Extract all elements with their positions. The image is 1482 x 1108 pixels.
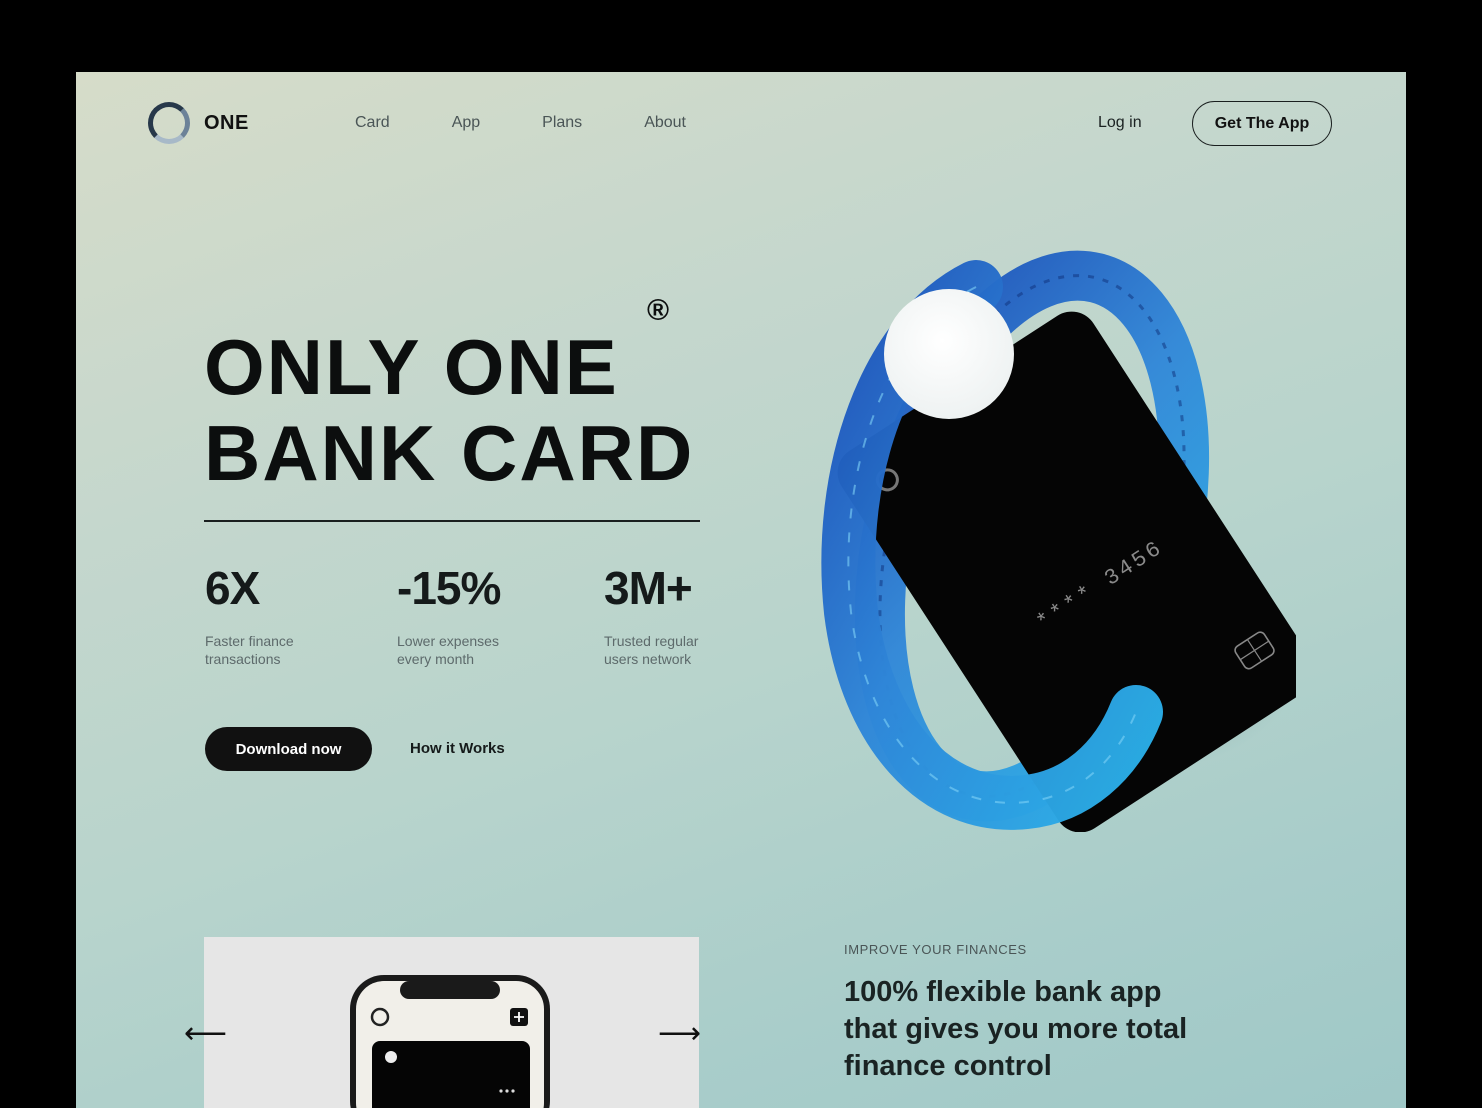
section-eyebrow: IMPROVE YOUR FINANCES xyxy=(844,942,1027,957)
stat-label: Lower expenses every month xyxy=(397,632,527,668)
stat-speed: 6X Faster finance transactions xyxy=(205,560,335,668)
stat-label-line: every month xyxy=(397,651,475,667)
how-it-works-link[interactable]: How it Works xyxy=(410,740,505,757)
section-heading-line: finance control xyxy=(844,1050,1052,1082)
main-nav: Card App Plans About xyxy=(355,114,686,132)
stat-value: -15% xyxy=(397,562,501,614)
stat-label-line: Faster finance xyxy=(205,633,294,649)
brand-logo[interactable]: ONE xyxy=(148,102,249,144)
stat-value: 6X xyxy=(205,562,260,614)
registered-mark: ® xyxy=(647,294,670,327)
section-heading: 100% flexible bank app that gives you mo… xyxy=(844,974,1244,1085)
stat-users: 3M+ Trusted regular users network xyxy=(604,560,734,668)
hero-title-line-1: ONLY ONE xyxy=(204,323,619,411)
hero-title: ONLY ONE BANK CARD xyxy=(204,324,694,496)
card-visual: **** 3456 xyxy=(821,250,1296,832)
nav-item-app[interactable]: App xyxy=(452,114,480,132)
stat-label-line: Lower expenses xyxy=(397,633,499,649)
phone-card-preview xyxy=(372,1041,530,1108)
phone-mockup xyxy=(350,975,550,1108)
next-arrow-icon[interactable]: ⟶ xyxy=(658,1019,701,1049)
section-heading-line: 100% flexible bank app xyxy=(844,976,1162,1008)
download-now-button[interactable]: Download now xyxy=(205,727,372,771)
phone-preview-panel xyxy=(204,937,699,1108)
nav-item-plans[interactable]: Plans xyxy=(542,114,582,132)
stat-value: 3M+ xyxy=(604,562,693,614)
section-heading-line: that gives you more total xyxy=(844,1013,1188,1045)
white-sphere xyxy=(884,289,1014,419)
stat-label-line: users network xyxy=(604,651,692,667)
stat-label-line: Trusted regular xyxy=(604,633,699,649)
stat-expenses: -15% Lower expenses every month xyxy=(397,560,527,668)
login-link[interactable]: Log in xyxy=(1098,114,1142,132)
nav-item-card[interactable]: Card xyxy=(355,114,390,132)
stat-label-line: transactions xyxy=(205,651,281,667)
get-the-app-button[interactable]: Get The App xyxy=(1192,101,1332,146)
stat-label: Faster finance transactions xyxy=(205,632,335,668)
prev-arrow-icon[interactable]: ⟵ xyxy=(184,1019,227,1049)
hero-title-line-2: BANK CARD xyxy=(204,409,695,497)
logo-ring-icon xyxy=(148,102,190,144)
brand-name: ONE xyxy=(204,111,249,134)
stat-label: Trusted regular users network xyxy=(604,632,734,668)
hero-divider xyxy=(204,520,700,522)
landing-page: ONE Card App Plans About Log in Get The … xyxy=(76,72,1406,1108)
nav-item-about[interactable]: About xyxy=(644,114,686,132)
